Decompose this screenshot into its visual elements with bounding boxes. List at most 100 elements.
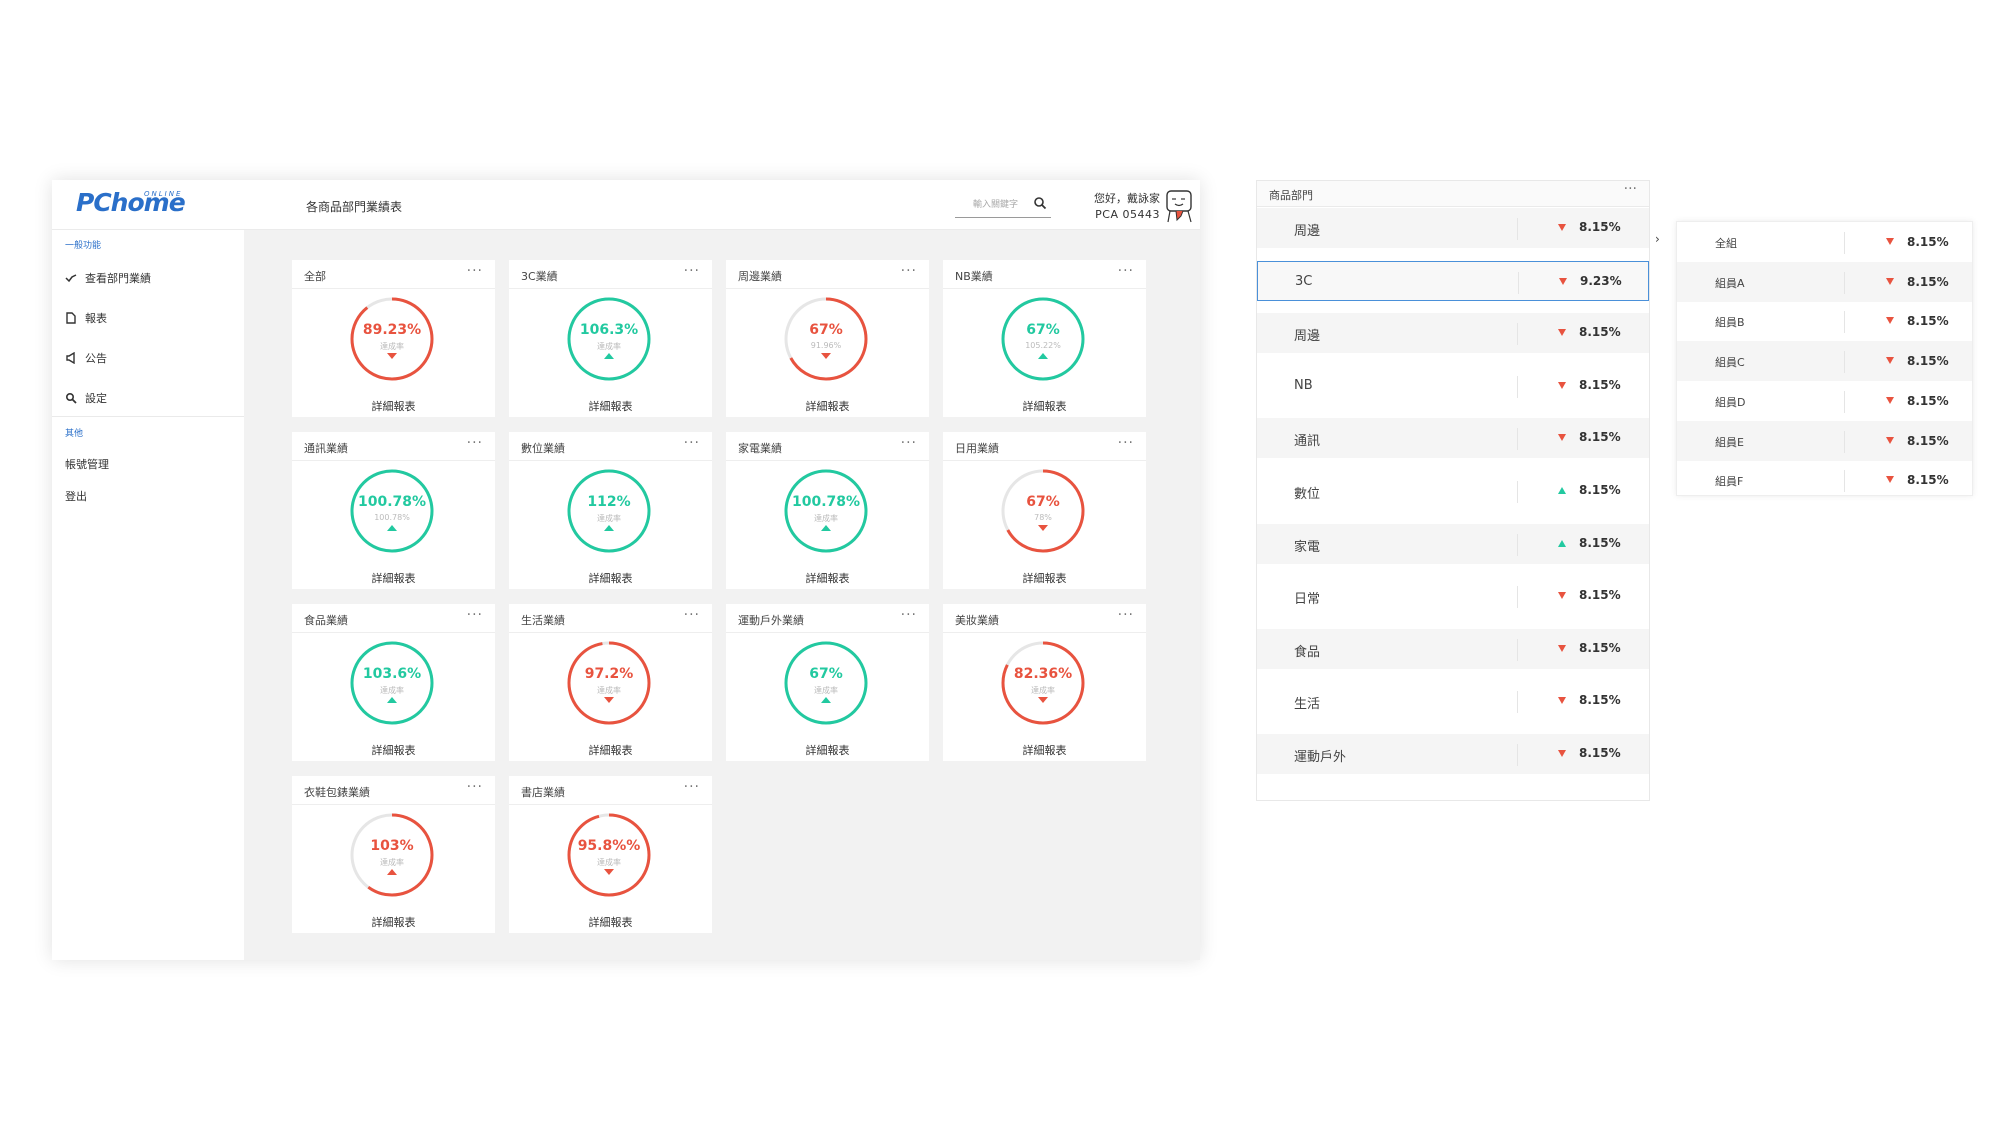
detail-report-link[interactable]: 詳細報表 xyxy=(292,398,495,414)
more-icon[interactable]: ··· xyxy=(684,607,700,623)
search-icon[interactable] xyxy=(1033,196,1047,210)
department-name: 運動戶外 xyxy=(1294,750,1347,765)
progress-ring-graphic xyxy=(567,469,651,553)
progress-ring-graphic xyxy=(1001,469,1085,553)
more-icon[interactable]: ··· xyxy=(1118,435,1134,451)
card-header: 家電業績 ··· xyxy=(726,432,929,461)
detail-report-link[interactable]: 詳細報表 xyxy=(509,914,712,930)
trend-down-icon xyxy=(1886,277,1894,285)
department-row[interactable]: 周邊 8.15% xyxy=(1257,313,1649,354)
member-row[interactable]: 全組 8.15% xyxy=(1677,222,1972,262)
more-icon[interactable]: ··· xyxy=(467,435,483,451)
more-icon[interactable]: ··· xyxy=(1624,181,1637,197)
pchome-logo[interactable]: PChome ONLINE xyxy=(76,188,186,224)
department-row[interactable]: 運動戶外 8.15% xyxy=(1257,734,1649,774)
detail-report-link[interactable]: 詳細報表 xyxy=(943,742,1146,758)
member-row[interactable]: 組員A 8.15% xyxy=(1677,261,1972,302)
department-name: 周邊 xyxy=(1294,329,1321,345)
department-value: 8.15% xyxy=(1579,640,1621,655)
more-icon[interactable]: ··· xyxy=(901,607,917,623)
progress-ring-graphic xyxy=(567,813,651,897)
card-title: 全部 xyxy=(304,270,326,283)
detail-report-link[interactable]: 詳細報表 xyxy=(292,742,495,758)
department-name: 數位 xyxy=(1294,487,1321,502)
member-row[interactable]: 組員D 8.15% xyxy=(1677,381,1972,421)
detail-report-link[interactable]: 詳細報表 xyxy=(292,570,495,586)
detail-report-link[interactable]: 詳細報表 xyxy=(943,398,1146,414)
more-icon[interactable]: ··· xyxy=(901,263,917,279)
trend-up-icon xyxy=(387,697,397,703)
detail-report-link[interactable]: 詳細報表 xyxy=(726,398,929,414)
member-row[interactable]: 組員B 8.15% xyxy=(1677,301,1972,341)
trend-down-icon xyxy=(1038,525,1048,531)
more-icon[interactable]: ··· xyxy=(684,435,700,451)
detail-report-link[interactable]: 詳細報表 xyxy=(943,570,1146,586)
detail-report-link[interactable]: 詳細報表 xyxy=(292,914,495,930)
trend-down-icon xyxy=(1886,436,1894,444)
progress-ring: 82.36% 達成率 xyxy=(1000,640,1086,726)
department-row[interactable]: 周邊 8.15% xyxy=(1257,208,1649,248)
member-row[interactable]: 組員C 8.15% xyxy=(1677,341,1972,382)
detail-report-link[interactable]: 詳細報表 xyxy=(509,398,712,414)
column-divider xyxy=(1844,232,1845,254)
sidebar-item-logout[interactable]: 登出 xyxy=(65,488,87,504)
more-icon[interactable]: ··· xyxy=(467,263,483,279)
column-divider xyxy=(1844,271,1845,294)
more-icon[interactable]: ··· xyxy=(467,607,483,623)
achievement-sublabel: 達成率 xyxy=(814,514,838,523)
more-icon[interactable]: ··· xyxy=(684,263,700,279)
sidebar-item-account-management[interactable]: 帳號管理 xyxy=(65,456,109,472)
department-row[interactable]: NB 8.15% xyxy=(1257,366,1649,406)
member-name: 組員F xyxy=(1715,475,1744,489)
department-row[interactable]: 日常 8.15% xyxy=(1257,576,1649,616)
performance-card: 周邊業績 ··· 67% 91.96% 詳細報表 xyxy=(726,260,929,417)
department-name: 食品 xyxy=(1294,644,1321,660)
department-row[interactable]: 生活 8.15% xyxy=(1257,681,1649,721)
department-value: 8.15% xyxy=(1579,588,1621,603)
card-title: 食品業績 xyxy=(304,614,348,627)
detail-report-link[interactable]: 詳細報表 xyxy=(726,570,929,586)
detail-report-link[interactable]: 詳細報表 xyxy=(509,742,712,758)
column-divider xyxy=(1517,481,1518,503)
column-divider xyxy=(1517,533,1518,556)
department-row[interactable]: 家電 8.15% xyxy=(1257,523,1649,564)
department-row[interactable]: 通訊 8.15% xyxy=(1257,418,1649,459)
progress-ring: 103% 達成率 xyxy=(349,812,435,898)
trend-up-icon xyxy=(387,869,397,875)
achievement-percent: 112% xyxy=(587,494,631,510)
card-header: 數位業績 ··· xyxy=(509,432,712,461)
more-icon[interactable]: ··· xyxy=(1118,263,1134,279)
detail-report-link[interactable]: 詳細報表 xyxy=(726,742,929,758)
column-divider xyxy=(1844,311,1845,334)
trend-up-icon xyxy=(604,525,614,531)
avatar[interactable] xyxy=(1164,188,1194,226)
more-icon[interactable]: ··· xyxy=(1118,607,1134,623)
search-input[interactable] xyxy=(955,193,1025,217)
department-row[interactable]: 食品 8.15% xyxy=(1257,628,1649,669)
sidebar-item-settings[interactable]: 設定 xyxy=(65,390,107,406)
sidebar-item-department-performance[interactable]: 查看部門業績 xyxy=(65,270,151,286)
trend-up-icon xyxy=(821,525,831,531)
detail-report-link[interactable]: 詳細報表 xyxy=(509,570,712,586)
sidebar-item-reports[interactable]: 報表 xyxy=(65,310,107,326)
performance-card: 生活業績 ··· 97.2% 達成率 詳細報表 xyxy=(509,604,712,761)
member-row[interactable]: 組員F 8.15% xyxy=(1677,460,1972,500)
trend-down-icon xyxy=(387,353,397,359)
more-icon[interactable]: ··· xyxy=(684,779,700,795)
more-icon[interactable]: ··· xyxy=(901,435,917,451)
achievement-percent: 67% xyxy=(1026,322,1060,338)
achievement-percent: 67% xyxy=(809,322,843,338)
document-icon xyxy=(66,312,76,324)
department-row[interactable]: 數位 8.15% xyxy=(1257,471,1649,511)
member-row[interactable]: 組員E 8.15% xyxy=(1677,420,1972,461)
department-value: 9.23% xyxy=(1580,273,1622,288)
card-title: 數位業績 xyxy=(521,442,565,455)
more-icon[interactable]: ··· xyxy=(467,779,483,795)
sidebar-item-announcements[interactable]: 公告 xyxy=(65,350,107,366)
trend-down-icon xyxy=(1558,644,1566,652)
sidebar-item-label: 報表 xyxy=(85,312,107,325)
performance-card: 家電業績 ··· 100.78% 達成率 詳細報表 xyxy=(726,432,929,589)
department-row[interactable]: 3C 9.23% xyxy=(1257,260,1649,301)
trend-down-icon xyxy=(1558,329,1566,337)
card-header: 周邊業績 ··· xyxy=(726,260,929,289)
